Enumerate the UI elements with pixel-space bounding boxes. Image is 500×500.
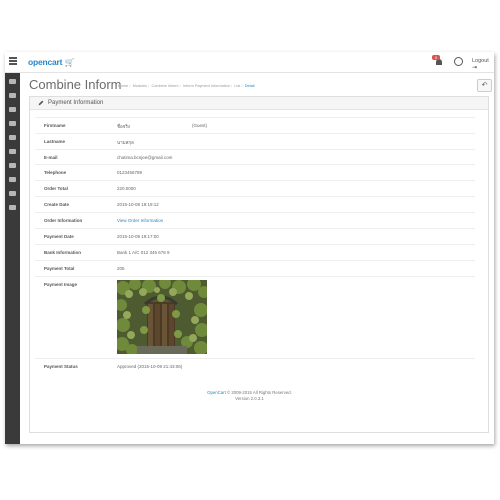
- page-header: Combine Inform Home/ Modules/ Combine In…: [29, 77, 492, 97]
- info-row-order-information: Order Information View Order Information: [35, 212, 475, 228]
- row-label: Create Date: [44, 202, 70, 207]
- logo-text: opencart: [28, 57, 63, 67]
- panel-heading: Payment Information: [30, 97, 488, 110]
- breadcrumb-home[interactable]: Home: [118, 84, 128, 88]
- guest-label: (Guest): [192, 123, 208, 128]
- notification-badge: 0: [432, 55, 440, 60]
- user-icon[interactable]: [9, 135, 16, 140]
- view-order-link[interactable]: View Order Information: [117, 218, 163, 223]
- dashboard-icon[interactable]: [9, 79, 16, 84]
- breadcrumb-payment-information[interactable]: Inform Payment Information: [183, 84, 230, 88]
- puzzle-icon[interactable]: [9, 107, 16, 112]
- row-label: Payment Image: [44, 282, 78, 287]
- row-value: 2015-10-09 19:17:00: [117, 234, 159, 239]
- lifebuoy-icon[interactable]: [454, 57, 463, 66]
- footer: OpenCart © 2009-2015 All Rights Reserved…: [5, 390, 494, 402]
- info-row-create-date: Create Date 2015-10-08 19:19:12: [35, 196, 475, 212]
- app-window: opencart 🛒 0 Logout ⇥ Combine Inform Hom…: [5, 52, 494, 444]
- info-row-payment-total: Payment Total 205: [35, 260, 475, 276]
- version-text: Version 2.0.3.1: [235, 396, 264, 401]
- row-value: Bank 1 A/C 012 345 678 9: [117, 250, 170, 255]
- logout-label: Logout: [472, 58, 489, 64]
- opencart-link[interactable]: OpenCart: [207, 390, 226, 395]
- pencil-icon: [38, 100, 44, 106]
- row-label: E-mail: [44, 155, 58, 160]
- info-row-lastname: Lastname นามสกุล: [35, 133, 475, 149]
- notification-bell-icon[interactable]: 0: [432, 55, 443, 66]
- payment-image[interactable]: [117, 280, 207, 354]
- row-value: นามสกุล: [117, 140, 134, 145]
- row-value: 220.0000: [117, 186, 136, 191]
- panel-title: Payment Information: [48, 99, 104, 106]
- row-value: 2015-10-08 19:19:12: [117, 202, 159, 207]
- row-value: 0123456789: [117, 170, 143, 175]
- sidebar: [5, 73, 20, 444]
- row-label: Order Information: [44, 218, 83, 223]
- page-title: Combine Inform: [29, 77, 122, 92]
- info-row-payment-image: Payment Image: [35, 276, 475, 359]
- wrench-icon[interactable]: [9, 163, 16, 168]
- cart-logo-icon: 🛒: [64, 58, 75, 67]
- cart-icon[interactable]: [9, 121, 16, 126]
- logout-icon: ⇥: [472, 65, 478, 71]
- chart-icon[interactable]: [9, 177, 16, 182]
- breadcrumb: Home/ Modules/ Combine Inform/ Inform Pa…: [118, 84, 255, 88]
- row-label: Bank Information: [44, 250, 82, 255]
- opencart-logo[interactable]: opencart 🛒: [28, 57, 74, 67]
- breadcrumb-list[interactable]: List: [234, 84, 240, 88]
- logout-button[interactable]: Logout ⇥: [472, 58, 494, 71]
- wallet-icon[interactable]: [9, 191, 16, 196]
- row-label: Payment Date: [44, 234, 74, 239]
- breadcrumb-detail[interactable]: Detail: [245, 84, 255, 88]
- row-label: Lastname: [44, 139, 66, 144]
- info-row-order-total: Order Total 220.0000: [35, 180, 475, 196]
- row-label: Payment Total: [44, 266, 75, 271]
- info-row-payment-date: Payment Date 2015-10-09 19:17:00: [35, 228, 475, 244]
- row-label: Firstname: [44, 123, 66, 128]
- row-value: Approved (2015-10-09 21:43:06): [117, 364, 183, 369]
- row-value: chutima.bcnjee@gmail.com: [117, 155, 173, 160]
- copyright-text: © 2009-2015 All Rights Reserved.: [225, 390, 292, 395]
- info-row-telephone: Telephone 0123456789: [35, 164, 475, 180]
- row-label: Telephone: [44, 170, 67, 175]
- share-icon[interactable]: [9, 149, 16, 154]
- back-button[interactable]: ↶: [477, 79, 492, 92]
- top-navbar: opencart 🛒 0 Logout ⇥: [5, 52, 494, 73]
- menu-toggle-icon[interactable]: [9, 57, 17, 66]
- info-row-firstname: Firstname ชื่อจริง (Guest): [35, 117, 475, 133]
- payment-info-panel: Payment Information Firstname ชื่อจริง (…: [29, 96, 489, 433]
- info-row-payment-status: Payment Status Approved (2015-10-09 21:4…: [35, 358, 475, 374]
- row-label: Order Total: [44, 186, 68, 191]
- info-row-email: E-mail chutima.bcnjee@gmail.com: [35, 149, 475, 165]
- back-arrow-icon: ↶: [481, 82, 488, 89]
- tag-icon[interactable]: [9, 93, 16, 98]
- row-label: Payment Status: [44, 364, 78, 369]
- bank-icon[interactable]: [9, 205, 16, 210]
- breadcrumb-combine-inform[interactable]: Combine Inform: [152, 84, 179, 88]
- row-value: 205: [117, 266, 125, 271]
- info-row-bank-information: Bank Information Bank 1 A/C 012 345 678 …: [35, 244, 475, 260]
- breadcrumb-modules[interactable]: Modules: [133, 84, 147, 88]
- row-value: ชื่อจริง: [117, 124, 131, 129]
